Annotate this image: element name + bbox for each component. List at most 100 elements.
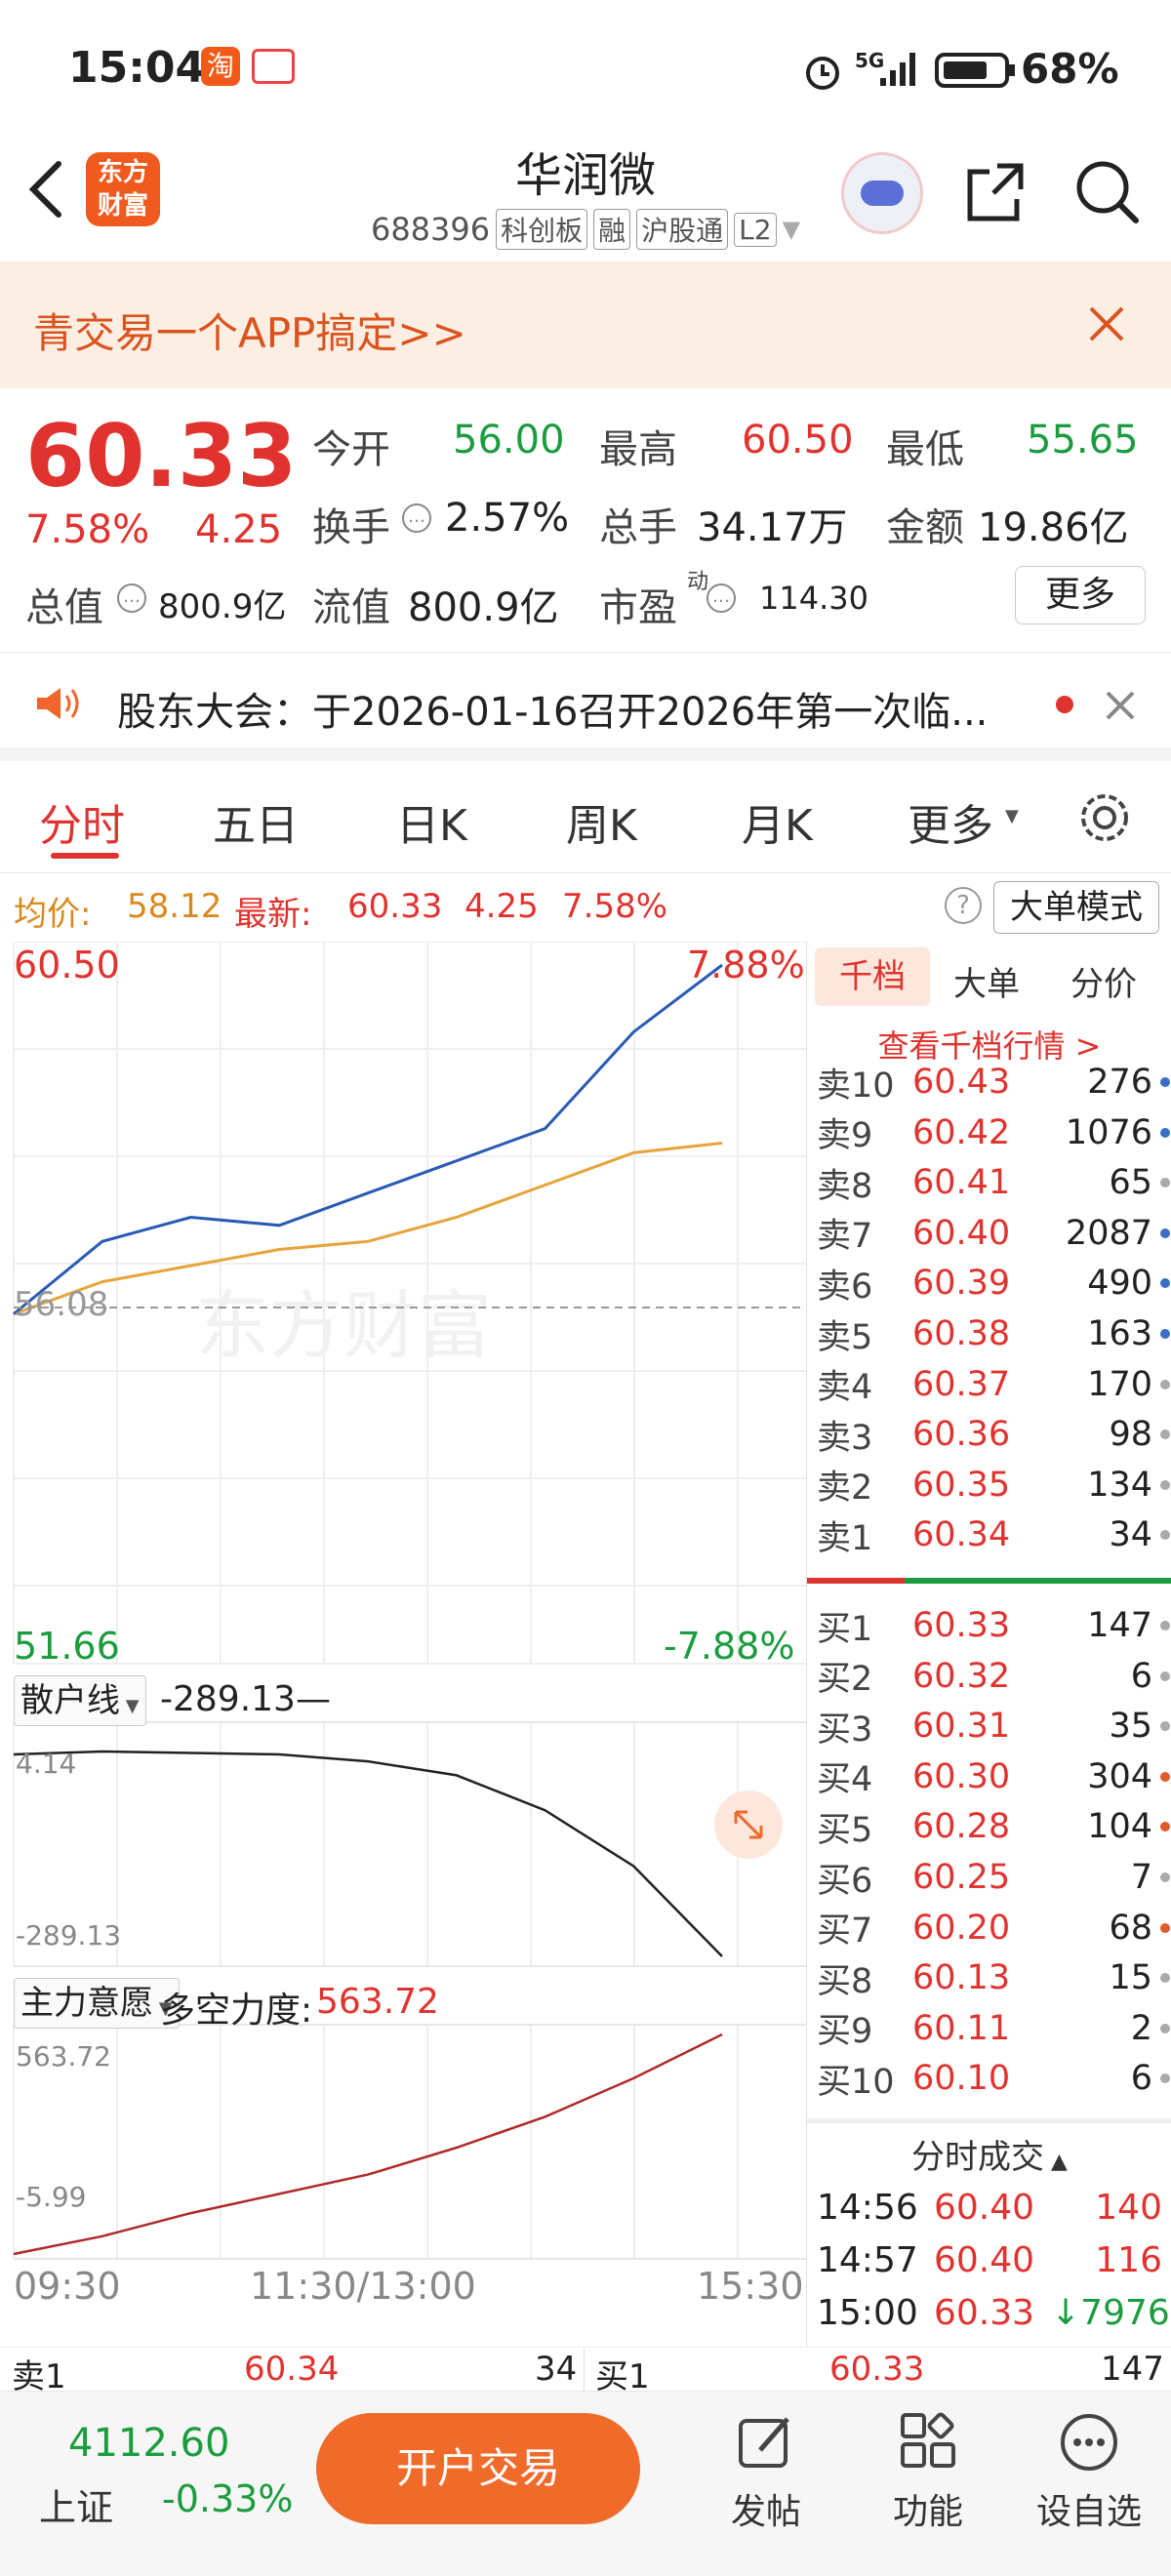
info-icon[interactable]: … <box>707 584 736 613</box>
info-icon[interactable]: … <box>117 584 146 613</box>
index-value[interactable]: 4112.60 <box>68 2421 229 2466</box>
edit-icon <box>739 2417 789 2468</box>
latest-value: 60.33 <box>347 887 443 926</box>
main-indicator-select[interactable]: 主力意愿 ▼ <box>14 1978 180 2029</box>
bid-level: 买1 <box>817 1609 873 1649</box>
open-account-trade-button[interactable]: 开户交易 <box>316 2413 640 2524</box>
watermark: 东方财富 <box>195 1285 492 1368</box>
bid-row[interactable]: 买9 60.11 2 <box>807 2003 1171 2054</box>
search-icon[interactable] <box>1071 156 1142 226</box>
bid1-vol: 147 <box>1101 2350 1164 2389</box>
bid-volume: 6 <box>1130 2059 1152 2099</box>
bid-row[interactable]: 买4 60.30 304 <box>807 1751 1171 1802</box>
ask-row[interactable]: 卖3 60.36 98 <box>807 1409 1171 1460</box>
ticks-header[interactable]: 分时成交 ▲ <box>807 2130 1171 2178</box>
tab-weekly-k[interactable]: 周K <box>566 790 637 853</box>
float-label: 流值 <box>312 585 390 630</box>
bid-row[interactable]: 买5 60.28 104 <box>807 1801 1171 1852</box>
ask-row[interactable]: 卖9 60.42 1076 <box>807 1107 1171 1158</box>
chart-info-bar: 均价: 58.12 最新: 60.33 4.25 7.58% ? 大单模式 <box>0 873 1171 942</box>
info-icon[interactable]: … <box>402 503 431 533</box>
bid-row[interactable]: 买3 60.31 35 <box>807 1701 1171 1751</box>
gear-icon[interactable] <box>1075 788 1134 847</box>
ask-row[interactable]: 卖8 60.41 65 <box>807 1157 1171 1208</box>
chevron-down-icon: ▼ <box>1005 806 1019 826</box>
tick-row: 14:56 60.40 140 <box>807 2181 1171 2234</box>
stock-app-icon <box>252 49 295 84</box>
add-watchlist-button[interactable]: 设自选 <box>1030 2411 1148 2534</box>
float-value: 800.9亿 <box>408 585 559 630</box>
ask-row[interactable]: 卖1 60.34 34 <box>807 1509 1171 1560</box>
bid-row[interactable]: 买8 60.13 15 <box>807 1952 1171 2003</box>
order-flag-dot <box>1160 1621 1170 1630</box>
bid-row[interactable]: 买1 60.33 147 <box>807 1600 1171 1651</box>
back-icon[interactable] <box>23 158 66 221</box>
retail-indicator-select[interactable]: 散户线 ▼ <box>14 1675 146 1726</box>
bid-price: 60.10 <box>912 2059 1011 2099</box>
tab-price-dist[interactable]: 分价 <box>1070 957 1137 1005</box>
x-tick-open: 09:30 <box>14 2265 121 2308</box>
retail-indicator-label: 散户线 <box>20 1681 120 1720</box>
tab-daily-k[interactable]: 日K <box>396 790 467 853</box>
chart-grid <box>13 941 806 2260</box>
ask-level: 卖6 <box>817 1267 873 1307</box>
share-icon[interactable] <box>960 158 1029 226</box>
ask-price: 60.37 <box>912 1364 1011 1404</box>
announcement-bar[interactable]: 股东大会：于2026-01-16召开2026年第一次临... <box>0 652 1171 761</box>
ask-row[interactable]: 卖2 60.35 134 <box>807 1460 1171 1510</box>
close-icon[interactable] <box>1087 304 1126 343</box>
ask-row[interactable]: 卖5 60.38 163 <box>807 1308 1171 1359</box>
bid-level: 买3 <box>817 1710 873 1750</box>
order-book-panel: 千档 大单 分价 查看千档行情 > 卖10 60.43 276 卖9 60.42 1076… <box>806 942 1171 2347</box>
tab-monthly-k[interactable]: 月K <box>742 790 813 853</box>
order-flag-dot <box>1160 1178 1170 1188</box>
bid-price: 60.11 <box>912 2008 1011 2048</box>
tab-more[interactable]: 更多 <box>908 790 993 853</box>
x-tick-close: 15:30 <box>697 2265 804 2308</box>
bid-row[interactable]: 买7 60.20 68 <box>807 1903 1171 1953</box>
intraday-chart-area[interactable]: 东方财富 60.50 7.88% 56.08 51.66 -7.88% 散户线 … <box>0 941 806 2347</box>
order-flag-dot <box>1160 1771 1170 1782</box>
promo-banner[interactable]: 青交易一个APP搞定>> <box>0 262 1171 388</box>
expand-icon[interactable] <box>714 1791 783 1859</box>
post-button[interactable]: 发帖 <box>712 2411 820 2534</box>
low-label: 最低 <box>886 427 964 472</box>
close-icon[interactable] <box>1105 690 1136 721</box>
ask-row[interactable]: 卖7 60.40 2087 <box>807 1208 1171 1259</box>
ask-level: 卖5 <box>817 1317 873 1357</box>
main-strength-value: 563.72 <box>316 1982 439 2022</box>
main-force-line <box>13 2033 723 2256</box>
bid-row[interactable]: 买2 60.32 6 <box>807 1651 1171 1702</box>
tab-thousand-level[interactable]: 千档 <box>815 947 930 1006</box>
high-label: 最高 <box>599 427 677 472</box>
ask-price: 60.42 <box>912 1112 1011 1152</box>
robot-assistant-icon[interactable] <box>841 152 923 234</box>
battery-icon <box>935 53 1015 88</box>
chart-period-tabs: 分时 五日 日K 周K 月K 更多 ▼ <box>0 761 1171 873</box>
ask-level: 卖10 <box>817 1066 895 1106</box>
bid-row[interactable]: 买10 60.10 6 <box>807 2053 1171 2104</box>
more-button[interactable]: 更多 <box>1015 566 1146 624</box>
tab-five-day[interactable]: 五日 <box>213 790 299 853</box>
tab-intraday[interactable]: 分时 <box>39 790 125 853</box>
divider <box>807 2118 1171 2123</box>
quote-panel: 60.33 7.58% 4.25 今开 56.00 最高 60.50 最低 55… <box>0 388 1171 652</box>
bid-row[interactable]: 买6 60.25 7 <box>807 1852 1171 1903</box>
ask-row[interactable]: 卖6 60.39 490 <box>807 1258 1171 1308</box>
ask-volume: 34 <box>1109 1515 1152 1555</box>
features-button[interactable]: 功能 <box>874 2411 982 2534</box>
bid-level: 买5 <box>817 1810 873 1850</box>
help-icon[interactable]: ? <box>945 887 982 924</box>
tick-price: 60.40 <box>934 2240 1035 2280</box>
ask-row[interactable]: 卖4 60.37 170 <box>807 1359 1171 1410</box>
bid-level: 买10 <box>817 2062 895 2102</box>
stock-name: 华润微 <box>514 148 656 203</box>
ask-bid-ratio-bid <box>905 1578 1171 1584</box>
ask-volume: 65 <box>1109 1163 1152 1203</box>
tab-big-order[interactable]: 大单 <box>953 957 1020 1005</box>
big-order-mode-button[interactable]: 大单模式 <box>993 881 1159 934</box>
stock-title[interactable]: 华润微 688396 科创板 融 沪股通 L2 ▼ <box>351 137 820 250</box>
order-flag-dot <box>1160 1530 1170 1541</box>
open-label: 今开 <box>312 427 390 472</box>
ask-row[interactable]: 卖10 60.43 276 <box>807 1057 1171 1107</box>
